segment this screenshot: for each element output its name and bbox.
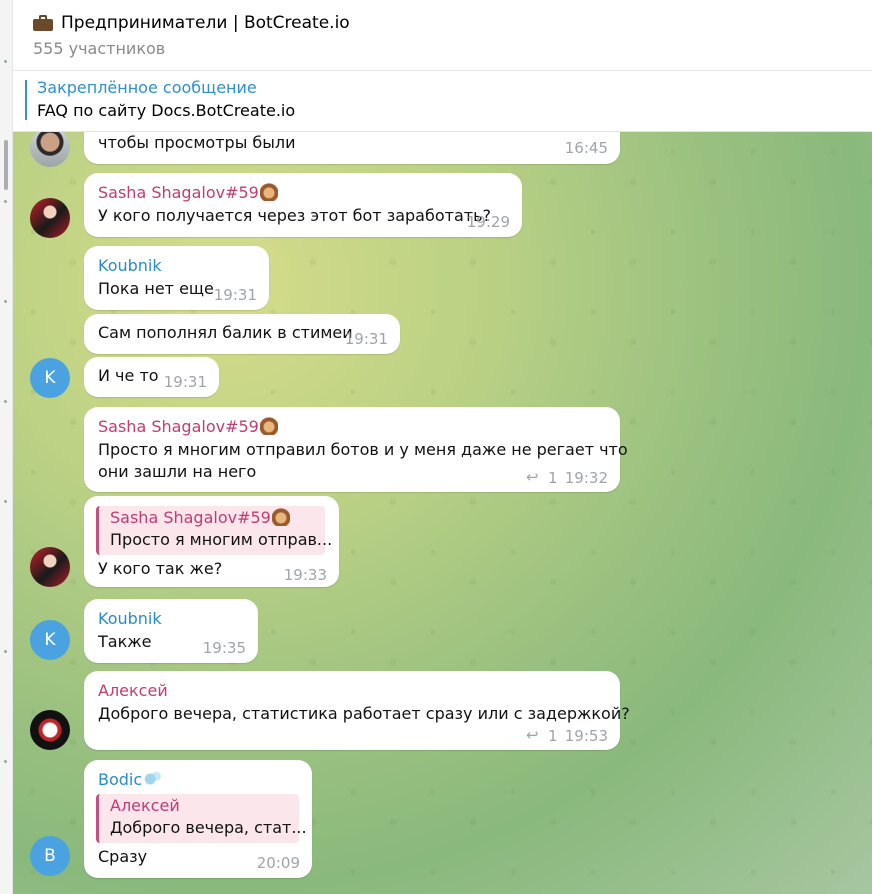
message-sender[interactable]: Bodic — [98, 770, 162, 789]
message-bubble[interactable]: Bodic Алексей Доброго вечера, стат... Ср… — [84, 760, 312, 878]
reply-quote[interactable]: Алексей Доброго вечера, стат... — [96, 794, 307, 843]
pinned-text: FAQ по сайту Docs.BotCreate.io — [37, 101, 296, 120]
message-bubble[interactable]: Сам пополнял балик в стимеи 19:31 — [84, 314, 400, 354]
replies-counter[interactable]: 1 — [526, 468, 558, 488]
avatar[interactable] — [30, 198, 70, 238]
message-sender[interactable]: Алексей — [98, 681, 168, 700]
pinned-title: Закреплённое сообщение — [37, 78, 257, 97]
sidebar-marker — [4, 650, 7, 653]
message-text: Доброго вечера, статистика работает сраз… — [98, 704, 630, 723]
chat-title[interactable]: Предприниматели | BotCreate.io — [33, 13, 350, 33]
reply-arrow-icon — [526, 726, 540, 744]
message-bubble[interactable]: Sasha Shagalov#59 Просто я многим отправ… — [84, 407, 628, 492]
quote-sender: Алексей — [110, 796, 180, 815]
message-bubble[interactable]: чтобы просмотры были 16:45 — [84, 132, 620, 164]
message-bubble[interactable]: Алексей Доброго вечера, статистика работ… — [84, 671, 630, 750]
sparkle-emoji — [143, 770, 162, 788]
message-bubble[interactable]: Sasha Shagalov#59 Просто я многим отправ… — [84, 496, 339, 587]
message-time: 16:45 — [564, 139, 608, 157]
message-time: 19:31 — [344, 330, 388, 348]
avatar[interactable] — [30, 710, 70, 750]
sidebar-marker — [4, 200, 7, 203]
see-no-evil-monkey-emoji — [271, 508, 290, 526]
message-text: Сразу — [98, 847, 148, 866]
reply-quote[interactable]: Sasha Shagalov#59 Просто я многим отправ… — [96, 506, 332, 555]
message-time: 20:09 — [256, 854, 300, 872]
message-time: 19:53 — [564, 727, 608, 745]
sidebar-marker — [4, 400, 7, 403]
avatar[interactable]: K — [30, 358, 70, 398]
message-text: У кого так же? — [98, 559, 223, 578]
message-bubble[interactable]: И че то 19:31 — [84, 357, 219, 397]
message-text: У кого получается через этот бот заработ… — [98, 206, 491, 225]
message-sender[interactable]: Sasha Shagalov#59 — [98, 183, 278, 202]
message-text: Сам пополнял балик в стимеи — [98, 323, 353, 342]
avatar[interactable]: K — [30, 620, 70, 660]
message-time: 19:31 — [213, 286, 257, 304]
see-no-evil-monkey-emoji — [259, 417, 278, 435]
quote-sender: Sasha Shagalov#59 — [110, 508, 290, 527]
pinned-message[interactable]: Закреплённое сообщение FAQ по сайту Docs… — [13, 71, 872, 132]
members-count: 555 участников — [33, 39, 166, 58]
message-sender[interactable]: Sasha Shagalov#59 — [98, 417, 278, 436]
reply-arrow-icon — [526, 468, 540, 486]
message-text-line: они зашли на него — [98, 462, 257, 481]
message-time: 19:35 — [202, 639, 246, 657]
scrollbar-thumb[interactable] — [4, 140, 8, 190]
message-bubble[interactable]: Sasha Shagalov#59 У кого получается чере… — [84, 173, 522, 237]
message-text: Пока нет еще — [98, 279, 214, 298]
message-sender[interactable]: Koubnik — [98, 256, 162, 275]
avatar[interactable]: B — [30, 836, 70, 876]
chat-title-text: Предприниматели | BotCreate.io — [61, 13, 350, 33]
chat-header[interactable]: Предприниматели | BotCreate.io 555 участ… — [13, 0, 872, 71]
briefcase-icon — [33, 15, 53, 31]
quote-text: Доброго вечера, стат... — [110, 818, 307, 837]
message-time: 19:32 — [564, 469, 608, 487]
message-time: 19:29 — [466, 213, 510, 231]
message-text-line: Просто я многим отправил ботов и у меня … — [98, 440, 628, 459]
message-bubble[interactable]: Koubnik Пока нет еще 19:31 — [84, 246, 269, 310]
quote-text: Просто я многим отправ... — [110, 530, 333, 549]
sidebar-marker — [4, 60, 7, 63]
see-no-evil-monkey-emoji — [259, 183, 278, 201]
message-bubble[interactable]: Koubnik Также 19:35 — [84, 599, 258, 663]
pinned-bar — [25, 80, 27, 120]
message-text: чтобы просмотры были — [98, 133, 296, 152]
replies-counter[interactable]: 1 — [526, 726, 558, 746]
sidebar-marker — [4, 500, 7, 503]
message-time: 19:33 — [283, 566, 327, 584]
sidebar-marker — [4, 760, 7, 763]
avatar[interactable] — [30, 547, 70, 587]
message-time: 19:31 — [163, 373, 207, 391]
chat-area[interactable]: чтобы просмотры были 16:45 Sasha Shagalo… — [13, 132, 872, 894]
message-text: И че то — [98, 366, 159, 385]
left-panel-edge — [0, 0, 13, 894]
sidebar-marker — [4, 300, 7, 303]
message-sender[interactable]: Koubnik — [98, 609, 162, 628]
message-text: Также — [98, 632, 152, 651]
